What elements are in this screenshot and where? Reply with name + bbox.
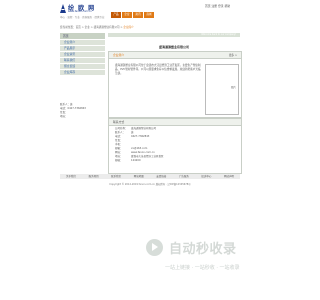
intro-text: 盛海通源塑业有限公司位于盘锦市大洼县经济工业开发区，主要生产塑业制品、PVC管材…: [115, 64, 201, 75]
contact-value: 0427-7362843: [131, 135, 150, 138]
top-nav: 产品 企业 资讯 商城: [111, 12, 155, 18]
nav-item-products[interactable]: 产品: [111, 12, 121, 18]
image-caption: 图片: [230, 86, 236, 89]
contact-list: 公司名称： 盛海通源塑业有限公司 联系人：黄 电话： 0427-7362843 传真…: [115, 127, 164, 163]
watermark-subtitle: 一站上链接 · 一站秒收 · 一站收录: [165, 265, 240, 271]
company-title: 盛海通源塑业有限公司: [158, 45, 189, 49]
watermark-play-icon: [146, 239, 163, 256]
welcome-note: Welcome back to our company!: [201, 33, 236, 36]
breadcrumb: 您当前位置：首页 > 企业 > 盛海通源塑业有限公司 > 企业简介: [60, 25, 134, 29]
footer-link[interactable]: 网站声明: [224, 174, 234, 179]
nav-item-news[interactable]: 资讯: [133, 12, 143, 18]
footer-link[interactable]: 网站地图: [134, 174, 144, 179]
nav-item-shop[interactable]: 商城: [144, 12, 154, 18]
footer-link[interactable]: 关于我们: [66, 174, 76, 179]
intro-header: 企业简介 更多 >: [109, 52, 241, 59]
footer-link[interactable]: 广告服务: [179, 174, 189, 179]
top-links[interactable]: 首页 注册 登录 帮助: [205, 4, 230, 8]
intro-panel: 企业简介 更多 > 盛海通源塑业有限公司位于盘锦市大洼县经济工业开发区，主要生产…: [108, 51, 242, 118]
footer-links: 关于我们 服务项目 联系我们 网站地图 友情链接 广告服务 投诉中心 网站声明: [60, 174, 240, 179]
contact-value: 124200: [131, 159, 141, 162]
company-image: 图片: [205, 64, 239, 115]
sidebar-contact-address: 地址：: [60, 115, 68, 118]
logo-icon: [60, 4, 66, 13]
site-tagline: 中心 · 流程 · 专业 · 咨询服务 · 提供专业: [60, 16, 105, 19]
intro-label: 企业简介: [113, 53, 125, 57]
sidebar: 首页 企业简介 产品展示 企业资讯 联系我们 留言反馈 企业库存: [60, 33, 105, 75]
contact-row: 邮编： 124200: [115, 159, 164, 163]
breadcrumb-current: 企业简介: [123, 26, 134, 29]
footer-link[interactable]: 友情链接: [156, 174, 166, 179]
contact-value: 盛海通源塑业有限公司: [131, 127, 157, 130]
copyright: Copyright © 2012-2019 fenon.com.cn 版权所有 …: [109, 183, 191, 186]
contact-header: 联系方式: [109, 119, 241, 126]
sidebar-contact: 联系人：黄 电话：0427-7362843 传真： 地址：: [60, 103, 105, 119]
contact-panel: 联系方式 公司名称： 盛海通源塑业有限公司 联系人：黄 电话： 0427-73628…: [108, 118, 242, 174]
contact-label: 联系方式: [113, 120, 125, 124]
main-top-bar: Welcome back to our company!: [108, 33, 240, 37]
contact-key: 邮编：: [115, 159, 123, 162]
footer-link[interactable]: 服务项目: [89, 174, 99, 179]
intro-more-link[interactable]: 更多 >: [229, 53, 237, 57]
breadcrumb-path[interactable]: 您当前位置：首页 > 企业 > 盛海通源塑业有限公司 >: [60, 26, 123, 29]
site-logo-url: www.fenon.com.cn: [68, 10, 92, 13]
nav-item-companies[interactable]: 企业: [122, 12, 132, 18]
sidebar-item-stock[interactable]: 企业库存: [60, 69, 105, 75]
watermark-title: 自动秒收录: [169, 242, 237, 257]
footer-link[interactable]: 投诉中心: [201, 174, 211, 179]
footer-link[interactable]: 联系我们: [111, 174, 121, 179]
